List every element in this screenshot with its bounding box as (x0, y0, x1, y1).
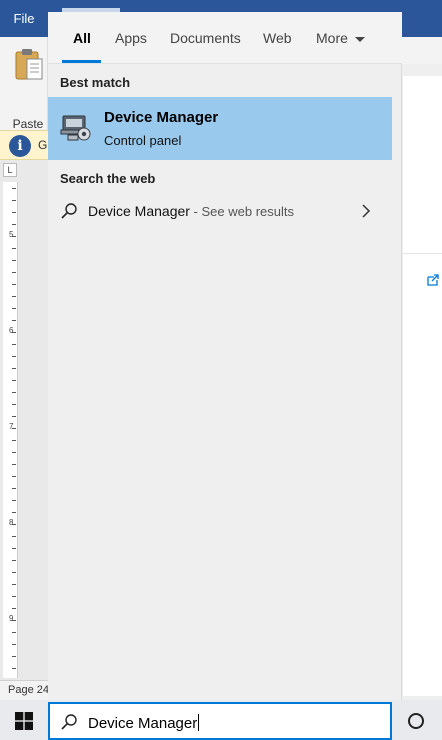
info-icon: i (9, 135, 31, 157)
ruler-tick (12, 632, 16, 633)
ruler-tick (12, 224, 16, 225)
tab-apps[interactable]: Apps (115, 30, 147, 46)
search-web-heading: Search the web (60, 171, 156, 186)
ruler-tick (12, 392, 16, 393)
screen: File Paste ▼ i G L 5 6 7 8 9 Page 24 (0, 0, 442, 740)
tab-selector[interactable]: L (3, 163, 17, 177)
ruler-tick (12, 284, 16, 285)
text-caret (198, 714, 200, 731)
ruler-tick (12, 512, 16, 513)
best-match-title: Device Manager (104, 109, 219, 126)
preview-card (403, 76, 442, 696)
tab-all[interactable]: All (73, 30, 91, 46)
web-result-query: Device Manager (88, 203, 190, 219)
ruler-number: 9 (9, 614, 14, 623)
ruler-tick (12, 476, 16, 477)
windows-start-icon[interactable] (15, 712, 33, 730)
chevron-down-icon (354, 36, 365, 42)
ruler-strip: 5 6 7 8 9 (3, 182, 18, 678)
search-tabs: All Apps Documents Web More (48, 12, 402, 64)
ruler-tick (12, 488, 16, 489)
ruler-tick (12, 656, 16, 657)
ruler-tick (12, 308, 16, 309)
ruler-tick (12, 416, 16, 417)
ruler-tick (12, 320, 16, 321)
taskbar-search-input[interactable]: Device Manager (48, 702, 392, 740)
info-bar: i G (0, 130, 48, 160)
chevron-right-icon[interactable] (360, 204, 372, 218)
word-ribbon: Paste ▼ (0, 37, 48, 144)
ruler-tick (12, 500, 16, 501)
ruler-tick (12, 596, 16, 597)
clipboard-icon[interactable] (14, 47, 44, 81)
ruler-tick (12, 644, 16, 645)
device-manager-icon (60, 115, 91, 141)
ruler-tick (12, 452, 16, 453)
tab-more[interactable]: More (316, 30, 365, 46)
ruler-number: 6 (9, 326, 14, 335)
best-match-heading: Best match (60, 75, 131, 90)
info-text: G (38, 138, 48, 152)
web-result-suffix: - See web results (189, 204, 294, 219)
ruler-tick (12, 404, 16, 405)
file-tab[interactable]: File (0, 0, 48, 37)
ruler-tick (12, 368, 16, 369)
tab-more-label: More (316, 30, 348, 46)
cortana-icon[interactable] (408, 713, 424, 729)
ruler-tick (12, 212, 16, 213)
web-result[interactable]: Device Manager - See web results (48, 198, 392, 224)
ruler-tick (12, 248, 16, 249)
ruler-tick (12, 188, 16, 189)
ruler-tick (12, 536, 16, 537)
ruler-tick (12, 344, 16, 345)
ruler-tick (12, 584, 16, 585)
ruler-tick (12, 440, 16, 441)
vertical-ruler: L 5 6 7 8 9 (0, 160, 48, 680)
ruler-number: 7 (9, 422, 14, 431)
best-match-result[interactable]: Device Manager Control panel (48, 97, 392, 160)
search-icon (61, 203, 77, 219)
ruler-tick (12, 608, 16, 609)
ruler-tick (12, 296, 16, 297)
ruler-tick (12, 356, 16, 357)
preview-divider (403, 253, 442, 254)
ruler-tick (12, 572, 16, 573)
ruler-tick (12, 272, 16, 273)
ruler-number: 5 (9, 230, 14, 239)
taskbar: Device Manager (0, 700, 442, 740)
ruler-number: 8 (9, 518, 14, 527)
ruler-tick (12, 200, 16, 201)
tab-web[interactable]: Web (263, 30, 292, 46)
paste-label[interactable]: Paste (8, 117, 48, 131)
ruler-tick (12, 464, 16, 465)
ruler-tick (12, 560, 16, 561)
open-icon[interactable] (426, 273, 440, 287)
search-icon (61, 714, 77, 730)
web-result-text: Device Manager - See web results (88, 203, 294, 219)
ruler-tick (12, 668, 16, 669)
ruler-tick (12, 548, 16, 549)
ruler-tick (12, 380, 16, 381)
ruler-tick (12, 260, 16, 261)
search-panel: All Apps Documents Web More Best match D… (48, 12, 402, 700)
search-input-value: Device Manager (88, 714, 200, 732)
search-input-text: Device Manager (88, 715, 198, 732)
best-match-subtitle: Control panel (104, 133, 182, 148)
tab-documents[interactable]: Documents (170, 30, 241, 46)
active-tab-indicator (62, 60, 101, 63)
word-status-page[interactable]: Page 24 (0, 680, 48, 700)
